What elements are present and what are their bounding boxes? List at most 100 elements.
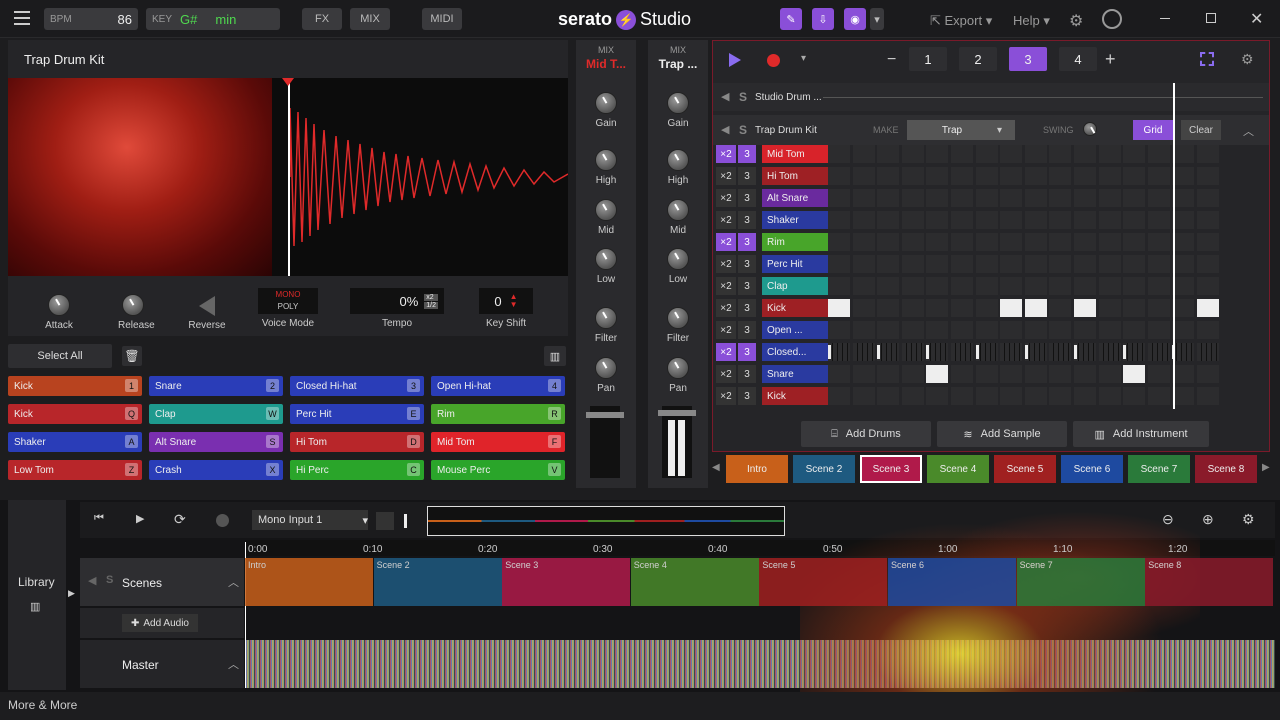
- step-cell[interactable]: [1074, 145, 1096, 163]
- library-panel[interactable]: Library ▥: [8, 500, 66, 690]
- step-cell[interactable]: [1098, 189, 1121, 207]
- step-cell[interactable]: [877, 189, 900, 207]
- division-button[interactable]: 3: [738, 255, 756, 273]
- scene-prev-icon[interactable]: ◀: [712, 462, 720, 473]
- step-cell[interactable]: [1024, 211, 1047, 229]
- step-cell[interactable]: [951, 365, 973, 383]
- step-cell[interactable]: [951, 387, 973, 405]
- step-cell[interactable]: [1000, 255, 1023, 273]
- double-button[interactable]: ×2: [716, 167, 736, 185]
- step-cell[interactable]: [828, 343, 850, 361]
- pad[interactable]: Kick 1: [8, 376, 142, 396]
- edit-icon[interactable]: ✎: [780, 8, 802, 30]
- mid-control[interactable]: Mid: [576, 199, 636, 236]
- step-cell[interactable]: [901, 145, 924, 163]
- step-cell[interactable]: [1000, 343, 1023, 361]
- step-cell[interactable]: [1098, 255, 1121, 273]
- step-cell[interactable]: [1098, 167, 1121, 185]
- reverse-control[interactable]: Reverse: [186, 294, 228, 331]
- tempo-double-button[interactable]: x2: [424, 293, 438, 301]
- add-instrument-button[interactable]: ▥ Add Instrument: [1073, 421, 1209, 447]
- scene-clip[interactable]: Intro: [245, 558, 373, 606]
- division-button[interactable]: 3: [738, 189, 756, 207]
- scene-clip[interactable]: Scene 4: [630, 558, 759, 606]
- drum-row-name[interactable]: Rim: [762, 233, 828, 251]
- step-cell[interactable]: [1000, 145, 1023, 163]
- step-cell[interactable]: [852, 233, 875, 251]
- solo-icon[interactable]: S: [106, 574, 113, 586]
- scene-button[interactable]: Scene 8: [1195, 455, 1257, 483]
- bpm-box[interactable]: BPM 86: [44, 8, 138, 30]
- step-cell[interactable]: [926, 211, 949, 229]
- scene-clip[interactable]: Scene 3: [502, 558, 631, 606]
- solo-icon[interactable]: S: [739, 90, 747, 104]
- step-cell[interactable]: [1172, 145, 1195, 163]
- loop-icon[interactable]: ⟳: [174, 511, 186, 528]
- step-cell[interactable]: [901, 167, 924, 185]
- step-cell[interactable]: [926, 277, 949, 295]
- drum-row-name[interactable]: Hi Tom: [762, 167, 828, 185]
- step-cell[interactable]: [1172, 277, 1195, 295]
- step-cell[interactable]: [877, 387, 900, 405]
- chevron-down-icon[interactable]: ▾: [801, 53, 806, 64]
- step-cell[interactable]: [1024, 167, 1047, 185]
- division-button[interactable]: 3: [738, 211, 756, 229]
- step-cell[interactable]: [852, 365, 875, 383]
- step-cell[interactable]: [926, 145, 949, 163]
- step-cell[interactable]: [828, 145, 850, 163]
- scene-clip[interactable]: Scene 8: [1145, 558, 1274, 606]
- step-cell[interactable]: [1074, 277, 1096, 295]
- step-cell[interactable]: [951, 321, 973, 339]
- add-audio-button[interactable]: ✚ Add Audio: [122, 614, 198, 632]
- scene-button[interactable]: Scene 2: [793, 455, 855, 483]
- step-cell[interactable]: [1197, 233, 1219, 251]
- step-cell[interactable]: [1049, 365, 1072, 383]
- step-cell[interactable]: [1024, 277, 1047, 295]
- step-cell[interactable]: [1074, 321, 1096, 339]
- drum-row-name[interactable]: Alt Snare: [762, 189, 828, 207]
- step-cell[interactable]: [1172, 233, 1195, 251]
- step-cell[interactable]: [975, 145, 998, 163]
- step-cell[interactable]: [1172, 189, 1195, 207]
- tempo-value[interactable]: 0%: [399, 294, 418, 309]
- step-cell[interactable]: [852, 343, 875, 361]
- low-knob[interactable]: [595, 248, 617, 270]
- step-cell[interactable]: [1147, 321, 1170, 339]
- division-button[interactable]: 3: [738, 365, 756, 383]
- step-cell[interactable]: [901, 343, 924, 361]
- step-cell[interactable]: [1123, 277, 1146, 295]
- step-cell[interactable]: [1049, 255, 1072, 273]
- step-cell[interactable]: [926, 299, 949, 317]
- monitor-icon[interactable]: [376, 512, 394, 530]
- solo-icon[interactable]: S: [739, 123, 747, 137]
- pattern-add-icon[interactable]: +: [1105, 49, 1116, 70]
- double-button[interactable]: ×2: [716, 299, 736, 317]
- step-cell[interactable]: [1147, 211, 1170, 229]
- step-cell[interactable]: [901, 189, 924, 207]
- record-icon[interactable]: [767, 54, 780, 67]
- robot-icon[interactable]: ⚙: [1241, 51, 1254, 68]
- step-cell[interactable]: [828, 365, 850, 383]
- step-cell[interactable]: [828, 387, 850, 405]
- step-cell[interactable]: [1024, 145, 1047, 163]
- menu-icon[interactable]: [14, 11, 30, 25]
- step-cell[interactable]: [1000, 321, 1023, 339]
- step-cell[interactable]: [1098, 145, 1121, 163]
- pattern-button[interactable]: 3: [1009, 47, 1047, 71]
- step-cell[interactable]: [901, 321, 924, 339]
- pad[interactable]: Perc Hit E: [290, 404, 424, 424]
- minimize-icon[interactable]: [1160, 18, 1170, 19]
- step-cell[interactable]: [901, 211, 924, 229]
- step-cell[interactable]: [1197, 321, 1219, 339]
- download-icon[interactable]: ⇩: [812, 8, 834, 30]
- high-control[interactable]: High: [576, 149, 636, 186]
- step-cell[interactable]: [975, 233, 998, 251]
- step-cell[interactable]: [1049, 167, 1072, 185]
- step-cell[interactable]: [877, 321, 900, 339]
- step-cell[interactable]: [1123, 211, 1146, 229]
- step-cell[interactable]: [828, 189, 850, 207]
- step-cell[interactable]: [926, 365, 949, 383]
- scene-clip[interactable]: Scene 2: [373, 558, 502, 606]
- step-cell[interactable]: [1074, 365, 1096, 383]
- step-cell[interactable]: [1024, 387, 1047, 405]
